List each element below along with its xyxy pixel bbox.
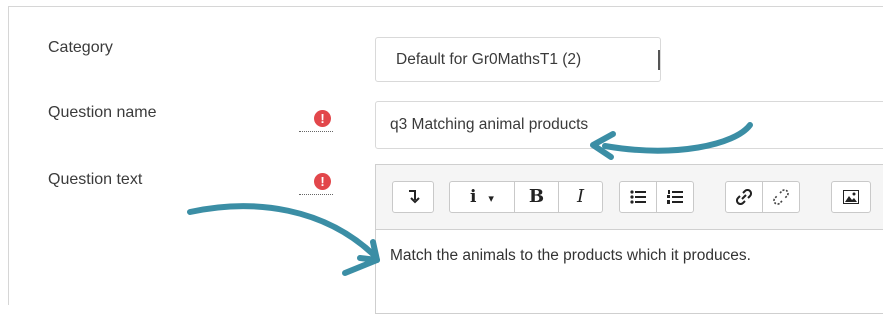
required-icon: ! xyxy=(299,173,333,195)
unlink-button[interactable] xyxy=(762,181,800,213)
question-text-editor[interactable]: i ▾ B I Match the animals to the product… xyxy=(375,164,883,314)
annotation-arrow-icon xyxy=(187,203,380,276)
info-button[interactable]: i ▾ xyxy=(449,181,515,213)
image-icon xyxy=(843,190,859,204)
editor-toolbar: i ▾ B I xyxy=(376,165,883,230)
link-icon xyxy=(735,188,753,206)
category-select[interactable]: Default for Gr0MathsT1 (2) xyxy=(375,37,661,82)
select-caret-icon xyxy=(658,50,660,70)
unlink-icon xyxy=(773,189,789,205)
info-icon: i xyxy=(470,187,477,207)
bullet-list-button[interactable] xyxy=(619,181,657,213)
image-button[interactable] xyxy=(831,181,871,213)
italic-icon: I xyxy=(576,186,585,207)
annotation-arrow-icon xyxy=(590,122,753,160)
question-name-label: Question name xyxy=(48,104,157,121)
link-button[interactable] xyxy=(725,181,763,213)
bold-icon: B xyxy=(528,186,545,207)
question-name-value: q3 Matching animal products xyxy=(390,116,589,133)
editor-content[interactable]: Match the animals to the products which … xyxy=(390,247,751,265)
italic-button[interactable]: I xyxy=(558,181,603,213)
question-text-label: Question text xyxy=(48,171,143,188)
numbered-list-icon xyxy=(667,190,683,204)
bold-button[interactable]: B xyxy=(514,181,559,213)
category-select-value: Default for Gr0MathsT1 (2) xyxy=(396,51,582,68)
category-label: Category xyxy=(48,39,113,56)
required-icon: ! xyxy=(299,110,333,132)
bullet-list-icon xyxy=(630,190,646,204)
numbered-list-button[interactable] xyxy=(656,181,694,213)
chevron-down-icon: ▾ xyxy=(488,192,494,205)
collapse-icon[interactable] xyxy=(392,181,434,213)
